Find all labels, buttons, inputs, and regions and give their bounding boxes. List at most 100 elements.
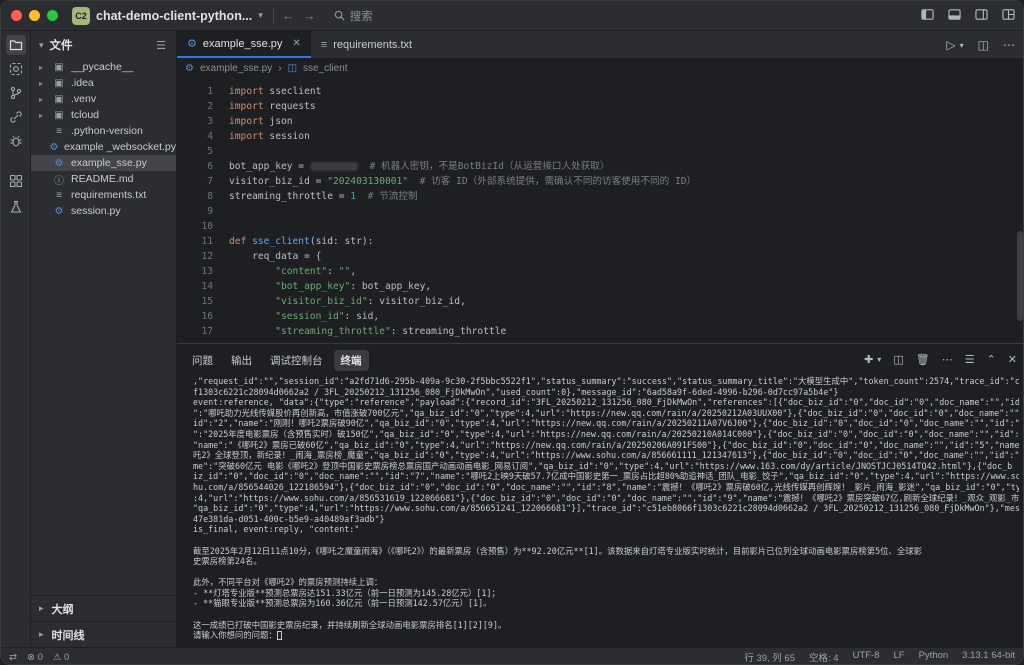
comment: # 节流控制 [367,191,418,202]
close-icon[interactable]: ✕ [292,38,300,49]
editor-actions: ▷ ▾ ◫ ⋯ [946,38,1015,52]
chevron-right-icon[interactable]: ▸ [39,63,49,72]
explorer-icon[interactable] [6,35,26,55]
tree-item-label: session.py [71,205,121,217]
cursor-position[interactable]: 行 39, 列 65 [744,650,795,664]
toggle-secondary-sidebar-icon[interactable] [975,8,988,21]
indentation[interactable]: 空格: 4 [809,650,839,664]
close-window-button[interactable] [11,10,22,21]
search-box[interactable]: 搜索 [334,8,373,24]
toggle-sidebar-icon[interactable] [921,8,934,21]
line-number: 9 [207,206,213,217]
breadcrumb-file[interactable]: example_sse.py [200,63,272,74]
explorer-header[interactable]: ▾ 文件 ☰ [31,31,176,59]
tab-problems[interactable]: 问题 [185,350,220,371]
testing-icon[interactable] [6,197,26,217]
chevron-right-icon[interactable]: ▸ [39,95,49,104]
customize-layout-icon[interactable] [1002,8,1015,21]
status-bar: ⇄ ⊗ 0 ⚠ 0 行 39, 列 65 空格: 4 UTF-8 LF Pyth… [1,647,1023,664]
remote-icon[interactable] [6,107,26,127]
source-control-icon[interactable] [6,83,26,103]
line-number: 15 [201,296,213,307]
project-name[interactable]: chat-demo-client-python... [96,9,252,23]
outline-label: 大纲 [51,603,74,616]
trash-icon[interactable]: 🗑 [916,353,930,366]
tab-terminal[interactable]: 终端 [333,349,369,371]
chevron-down-icon[interactable]: ▾ [877,355,881,366]
chevron-right-icon[interactable]: ▸ [39,603,44,614]
line-number: 3 [207,116,213,127]
errors-icon[interactable]: ⊗ 0 [27,652,43,663]
new-terminal-icon[interactable]: ✚ [864,353,873,366]
string: "" [338,266,351,277]
python-interpreter[interactable]: 3.13.1 64-bit [962,650,1015,664]
split-terminal-icon[interactable]: ◫ [893,353,903,366]
text-file-icon: ≡ [56,189,62,201]
debug-icon[interactable] [6,131,26,151]
chevron-right-icon[interactable]: ▸ [39,111,49,120]
remote-indicator-icon[interactable]: ⇄ [9,652,17,663]
split-editor-icon[interactable]: ◫ [978,38,989,52]
chevron-right-icon: › [278,62,282,74]
tree-folder[interactable]: ▸ ▣ tcloud [31,107,176,123]
tab-output[interactable]: 输出 [224,350,259,371]
editor-scrollbar[interactable] [1017,231,1023,321]
line-number: 13 [201,266,213,277]
tree-file[interactable]: ⓘ README.md [31,171,176,187]
line-number: 12 [201,251,213,262]
language-mode[interactable]: Python [919,650,949,664]
toggle-panel-icon[interactable] [948,8,961,21]
maximize-panel-icon[interactable]: ⌃ [987,353,996,366]
tab-example-sse[interactable]: ⚙ example_sse.py ✕ [177,31,311,58]
tree-folder[interactable]: ▸ ▣ .venv [31,91,176,107]
tree-file[interactable]: ⚙ example_sse.py [31,155,176,171]
breadcrumb-symbol[interactable]: sse_client [303,63,347,74]
more-actions-icon[interactable]: ⋯ [1003,38,1015,52]
outline-section[interactable]: ▸ 大纲 [31,595,177,621]
line-ending[interactable]: LF [894,650,905,664]
punctuation: , [350,266,357,277]
forward-arrow-icon[interactable]: → [303,8,324,23]
line-number: 8 [207,191,213,202]
tree-file[interactable]: ⚙ example _websocket.py [31,139,176,155]
timeline-section[interactable]: ▸ 时间线 [31,621,177,647]
tab-requirements[interactable]: ≡ requirements.txt [311,31,422,58]
chevron-down-icon[interactable]: ▾ [960,41,964,52]
minimize-window-button[interactable] [29,10,40,21]
terminal-line: :4,"url":"https://www.sohu.com/a/8565316… [193,492,1019,503]
encoding[interactable]: UTF-8 [853,650,880,664]
explorer-menu-icon[interactable]: ☰ [156,39,166,52]
tab-debug-console[interactable]: 调试控制台 [263,350,330,371]
panel-menu-icon[interactable]: ☰ [965,353,975,366]
tree-file[interactable]: ≡ .python-version [31,123,176,139]
run-icon[interactable]: ▷ [946,38,955,52]
terminal-output[interactable]: ,"request_id":"","session_id":"a2fd71d6-… [193,376,1019,641]
search-view-icon[interactable] [6,59,26,79]
tree-folder[interactable]: ▸ ▣ .idea [31,75,176,91]
identifier: visitor_biz_id = [229,176,328,187]
warnings-icon[interactable]: ⚠ 0 [53,652,69,663]
back-arrow-icon[interactable]: ← [282,8,303,23]
tree-file[interactable]: ≡ requirements.txt [31,187,176,203]
extensions-icon[interactable] [6,171,26,191]
chevron-right-icon[interactable]: ▸ [39,79,49,88]
timeline-label: 时间线 [51,629,85,642]
maximize-window-button[interactable] [47,10,58,21]
text-file-icon: ≡ [56,125,62,137]
python-icon: ⚙ [54,205,64,217]
line-number: 11 [201,236,213,247]
more-actions-icon[interactable]: ⋯ [942,353,953,366]
code-editor[interactable]: 1 2 3 4 5 6 7 8 9 10 11 12 13 14 15 16 17 import sseclie… [177,81,1023,343]
chevron-down-icon[interactable]: ▾ [39,40,44,51]
tree-file[interactable]: ⚙ session.py [31,203,176,219]
chevron-right-icon[interactable]: ▸ [39,629,44,640]
search-icon [334,10,345,21]
chevron-down-icon[interactable]: ▾ [258,10,263,21]
close-panel-icon[interactable]: ✕ [1008,353,1017,366]
project-badge[interactable]: C2 [72,6,90,25]
terminal-line: iz_id":"0","doc_id":"0","doc_name":"","i… [193,471,1019,482]
tree-folder[interactable]: ▸ ▣ __pycache__ [31,59,176,75]
